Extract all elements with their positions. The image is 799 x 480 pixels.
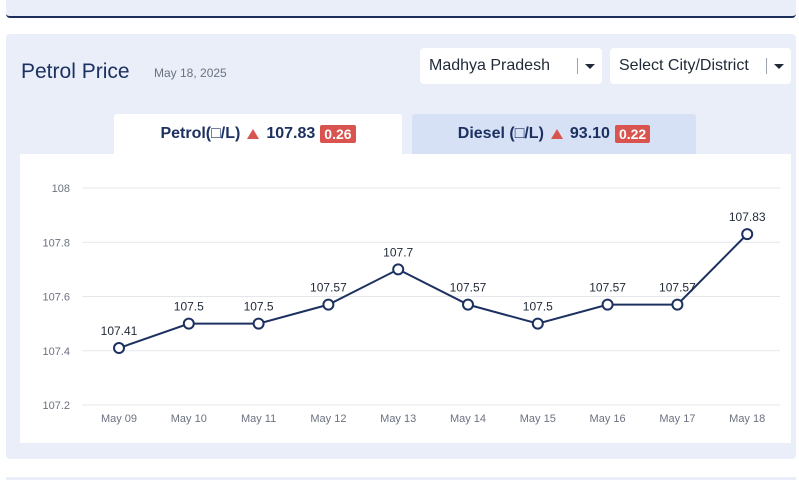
y-tick-label: 108 xyxy=(52,183,70,195)
tab-petrol-price: 107.83 xyxy=(266,125,316,142)
chevron-down-icon[interactable] xyxy=(578,63,602,69)
x-tick-label: May 15 xyxy=(520,413,556,425)
data-point xyxy=(113,342,125,355)
x-tick-label: May 10 xyxy=(171,413,207,425)
tab-diesel-label: Diesel (□/L) xyxy=(457,125,544,142)
x-tick-label: May 12 xyxy=(310,413,346,425)
chevron-down-icon[interactable] xyxy=(767,63,791,69)
y-tick-label: 107.2 xyxy=(42,400,70,412)
up-arrow-icon xyxy=(247,129,260,139)
x-tick-label: May 17 xyxy=(659,413,695,425)
up-arrow-icon xyxy=(550,129,563,139)
y-tick-label: 107.4 xyxy=(42,346,70,358)
data-label: 107.83 xyxy=(729,210,766,224)
data-label: 107.5 xyxy=(174,300,204,314)
x-tick-label: May 14 xyxy=(450,413,486,425)
y-tick-label: 107.6 xyxy=(42,292,70,304)
data-point xyxy=(462,298,474,311)
previous-card xyxy=(6,0,796,18)
tab-diesel[interactable]: Diesel (□/L) 93.10 0.22 xyxy=(412,114,696,154)
data-point xyxy=(671,298,684,311)
data-label: 107.41 xyxy=(101,324,138,338)
state-select-value: Madhya Pradesh xyxy=(429,57,550,74)
tab-diesel-price: 93.10 xyxy=(569,125,610,142)
data-point xyxy=(392,263,405,276)
price-series-line xyxy=(118,233,748,349)
data-point xyxy=(531,317,544,330)
data-label: 107.5 xyxy=(244,300,274,314)
data-label: 107.57 xyxy=(589,281,626,295)
data-label: 107.7 xyxy=(383,245,413,259)
page-title: Petrol Price xyxy=(21,60,130,83)
data-label: 107.5 xyxy=(523,300,553,314)
tab-petrol[interactable]: Petrol(□/L) 107.83 0.26 xyxy=(114,114,402,154)
data-point xyxy=(252,317,265,330)
x-tick-label: May 16 xyxy=(590,413,626,425)
tab-petrol-label: Petrol(□/L) xyxy=(160,125,241,142)
data-point xyxy=(741,228,754,241)
x-tick-label: May 11 xyxy=(241,413,276,425)
state-select[interactable]: Madhya Pradesh xyxy=(420,48,602,84)
data-point xyxy=(322,298,335,311)
x-tick-label: May 09 xyxy=(101,413,137,425)
price-chart: 107.2 107.4 107.6 107.8 108 May 09 May 10 May 1… xyxy=(20,154,791,443)
data-label: 107.57 xyxy=(659,281,696,295)
city-select-value: Select City/District xyxy=(619,57,749,74)
tab-petrol-change-badge: 0.26 xyxy=(320,125,356,143)
line-chart-svg: 107.2 107.4 107.6 107.8 108 May 09 May 10 May 1… xyxy=(42,183,780,425)
petrol-price-panel: Petrol Price May 18, 2025 Madhya Pradesh… xyxy=(6,34,796,459)
x-tick-label: May 18 xyxy=(729,413,765,425)
tab-diesel-change-badge: 0.22 xyxy=(614,125,651,143)
x-tick-label: May 13 xyxy=(380,413,416,425)
city-select[interactable]: Select City/District xyxy=(610,48,791,84)
data-point xyxy=(182,317,195,330)
y-tick-label: 107.8 xyxy=(42,237,70,249)
price-date: May 18, 2025 xyxy=(154,66,227,80)
data-point xyxy=(601,298,614,311)
data-label: 107.57 xyxy=(310,281,347,295)
data-label: 107.57 xyxy=(450,281,487,295)
